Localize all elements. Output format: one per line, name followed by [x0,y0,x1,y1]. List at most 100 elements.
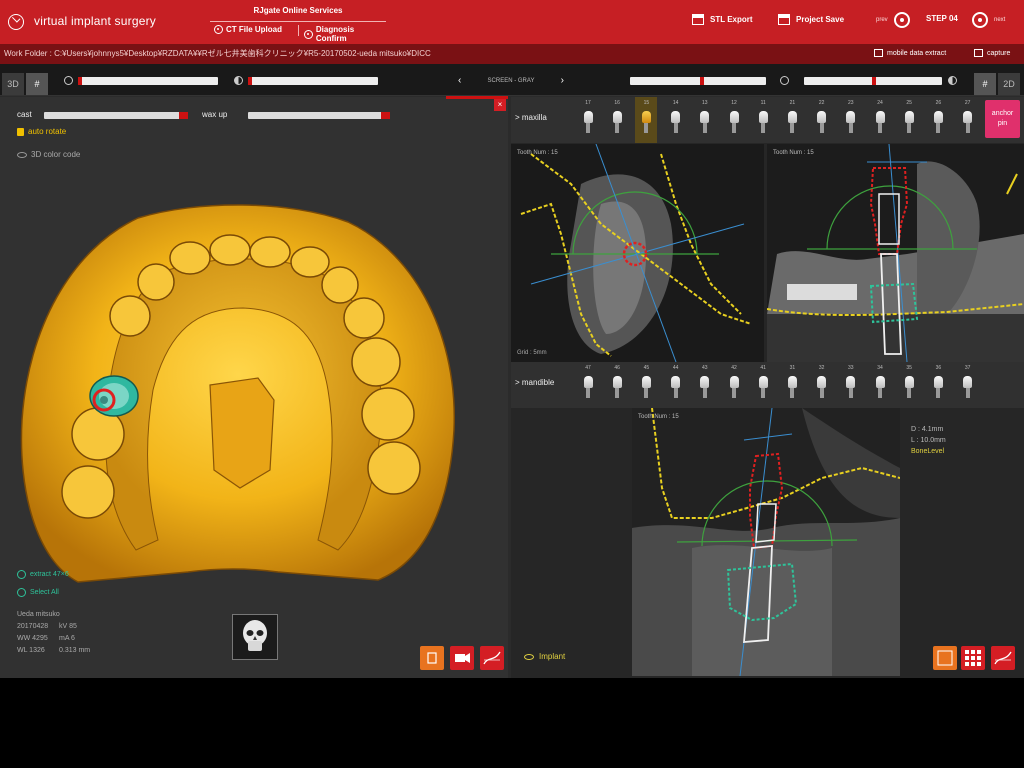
contrast-slider[interactable] [248,77,378,85]
cast-slider-knob[interactable] [179,112,188,119]
next-step-icon [972,12,988,28]
tooth-number: 23 [848,100,854,106]
tab-2d[interactable]: 2D [998,73,1020,95]
anchor-label-2: pin [997,120,1008,127]
mandible-tooth-43[interactable]: 43 [694,362,716,408]
tab-3d[interactable]: 3D [2,73,24,95]
wax-up-slider-knob[interactable] [381,112,390,119]
left-layout-button[interactable] [420,646,444,670]
diagnosis-confirm-button[interactable]: Diagnosis Confirm [304,25,386,43]
mandible-tooth-36[interactable]: 36 [927,362,949,408]
tooth-root-icon [965,123,970,133]
screen-next-arrow[interactable]: › [561,74,564,88]
tooth-icon [933,111,943,123]
capture-button[interactable]: capture [974,49,1010,57]
mandible-tooth-46[interactable]: 46 [606,362,628,408]
mandible-tooth-44[interactable]: 44 [665,362,687,408]
grid-layout-button[interactable] [961,646,985,670]
stl-export-button[interactable]: STL Export [692,14,753,25]
brightness-slider[interactable] [78,77,218,85]
tooth-root-icon [819,388,824,398]
maxilla-tooth-22[interactable]: 22 [811,97,833,143]
legend-select-all[interactable]: Select All [17,588,59,597]
maxilla-tooth-16[interactable]: 16 [606,97,628,143]
tooth-icon [583,111,593,123]
mandible-tooth-37[interactable]: 37 [957,362,979,408]
maxilla-tooth-11[interactable]: 11 [752,97,774,143]
maxilla-label[interactable]: > maxilla [515,113,547,122]
next-step-button[interactable]: next [972,12,1005,28]
dental-cast-model[interactable] [18,200,458,585]
maxilla-tooth-23[interactable]: 23 [840,97,862,143]
sagittal-ct-view[interactable]: Tooth Num : 15 [632,408,900,676]
project-save-button[interactable]: Project Save [778,14,844,25]
coronal-ct-view[interactable]: Tooth Num : 15 [767,144,1024,362]
tooth-number: 11 [760,100,766,106]
maxilla-tooth-26[interactable]: 26 [927,97,949,143]
maxilla-tooth-13[interactable]: 13 [694,97,716,143]
mandible-tooth-47[interactable]: 47 [577,362,599,408]
tooth-icon [875,111,885,123]
maxilla-tooth-15[interactable]: 15 [635,97,658,143]
cast-opacity-slider[interactable] [44,112,188,119]
tooth-number: 22 [818,100,825,106]
maxilla-tooth-27[interactable]: 27 [957,97,979,143]
mandible-tooth-42[interactable]: 42 [723,362,745,408]
right-contrast-slider[interactable] [804,77,942,85]
brightness-slider-knob[interactable] [78,77,82,85]
maxilla-tooth-24[interactable]: 24 [869,97,891,143]
tooth-root-icon [878,123,882,133]
contrast-slider-knob[interactable] [248,77,252,85]
maxilla-tooth-17[interactable]: 17 [577,97,599,143]
mandible-tooth-32[interactable]: 32 [811,362,833,408]
mandible-tooth-33[interactable]: 33 [840,362,862,408]
tooth-number: 42 [731,365,737,371]
maxilla-tooth-25[interactable]: 25 [898,97,920,143]
wax-up-opacity-slider[interactable] [248,112,390,119]
right-curve-button[interactable] [991,646,1015,670]
tooth-icon [758,376,768,388]
right-brightness-slider[interactable] [630,77,766,85]
tab-grid-right[interactable]: # [974,73,996,95]
left-curve-button[interactable] [480,646,504,670]
tooth-root-icon [644,123,649,133]
axial-ct-view[interactable]: Tooth Num : 15 Grid : 5mm [511,144,764,362]
3d-color-code-toggle[interactable]: 3D color code [17,150,80,159]
close-view-button[interactable]: × [494,99,506,111]
work-folder-bar: Work Folder : C:¥Users¥johnnys5¥Desktop¥… [0,44,1024,64]
orientation-skull-button[interactable] [232,614,278,660]
tooth-root-icon [615,388,620,398]
layout-icon [427,652,437,664]
mandible-tooth-45[interactable]: 45 [635,362,657,408]
ct-upload-button[interactable]: CT File Upload [214,25,282,34]
tooth-icon [612,376,622,388]
implant-level: BoneLevel [911,448,945,455]
right-contrast-knob[interactable] [872,77,876,85]
work-folder-path: Work Folder : C:¥Users¥johnnys5¥Desktop¥… [4,49,431,58]
right-contrast-icon [948,76,957,85]
prev-step-button[interactable]: prev [876,12,910,28]
video-button[interactable] [450,646,474,670]
mandible-tooth-34[interactable]: 34 [869,362,891,408]
anchor-pin-button[interactable]: anchor pin [985,100,1020,138]
right-brightness-knob[interactable] [700,77,704,85]
maxilla-tooth-21[interactable]: 21 [781,97,803,143]
screen-mode-selector[interactable]: ‹ SCREEN - GRAY › [456,74,566,88]
mandible-label[interactable]: > mandible [515,378,554,387]
mandible-tooth-41[interactable]: 41 [752,362,774,408]
maxilla-tooth-14[interactable]: 14 [665,97,687,143]
auto-rotate-toggle[interactable]: auto rotate [17,127,66,136]
tooth-root-icon [936,388,941,398]
tooth-root-icon [732,388,736,398]
mandible-tooth-31[interactable]: 31 [781,362,803,408]
screen-prev-arrow[interactable]: ‹ [458,74,461,88]
legend-extract[interactable]: extract 47×6 [17,570,69,579]
project-save-label: Project Save [796,15,845,24]
implant-visibility-toggle[interactable]: Implant [524,652,565,661]
tooth-number: 17 [585,100,591,106]
mandible-tooth-35[interactable]: 35 [898,362,920,408]
mobile-data-extract-button[interactable]: mobile data extract [874,49,946,57]
maxilla-tooth-12[interactable]: 12 [723,97,745,143]
right-layout-button[interactable] [933,646,957,670]
tab-grid-left[interactable]: # [26,73,48,95]
